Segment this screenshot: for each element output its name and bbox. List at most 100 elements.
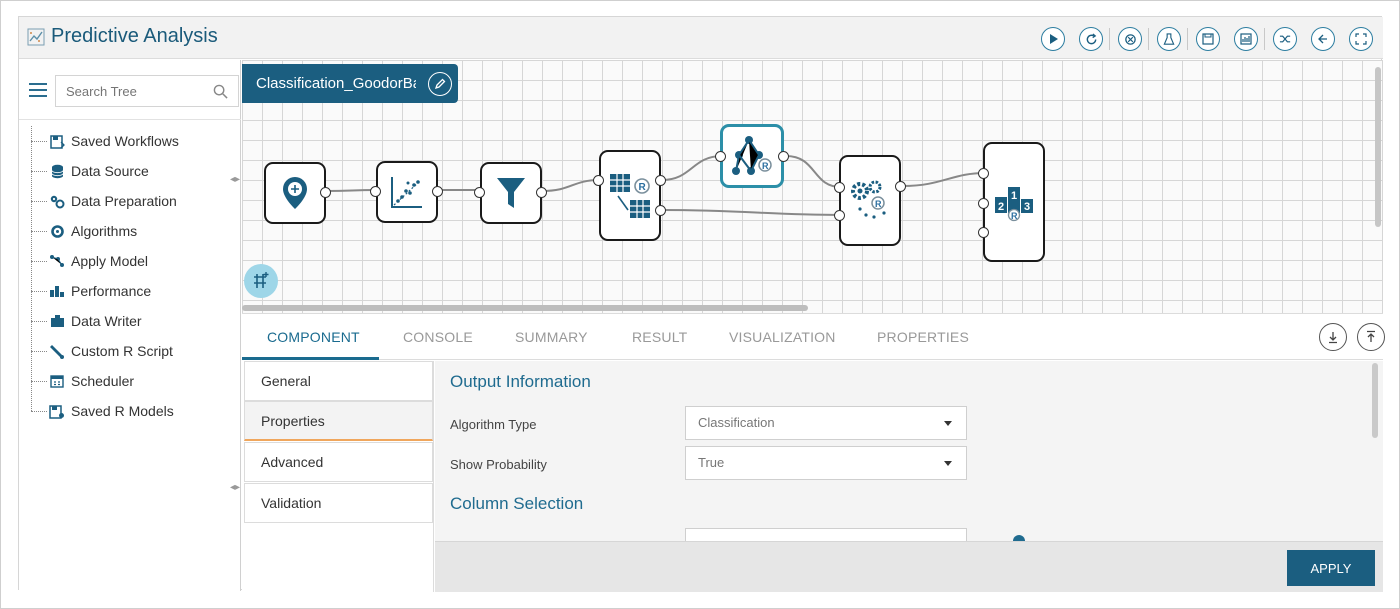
fullscreen-button[interactable]	[1349, 27, 1373, 51]
subnav-validation[interactable]: Validation	[244, 483, 433, 523]
custom-r-script-icon	[49, 343, 65, 359]
search-icon[interactable]	[213, 84, 228, 99]
node-port[interactable]	[978, 227, 989, 238]
algorithms-icon	[49, 223, 65, 239]
grid-add-icon	[254, 272, 269, 288]
node-port[interactable]	[834, 182, 845, 193]
saved-workflows-icon	[49, 133, 65, 149]
toolbar-divider	[1109, 28, 1110, 50]
component-panel: COMPONENT CONSOLE SUMMARY RESULT VISUALI…	[242, 313, 1385, 592]
tab-properties[interactable]: PROPERTIES	[877, 329, 969, 345]
sidebar-item-saved-workflows[interactable]: Saved Workflows	[31, 126, 179, 156]
shuffle-icon	[1279, 35, 1290, 43]
node-apply-model[interactable]: R	[839, 155, 901, 246]
sidebar-item-label: Saved Workflows	[71, 133, 179, 149]
back-button[interactable]	[1311, 27, 1335, 51]
back-icon	[1318, 34, 1327, 44]
apply-button[interactable]: APPLY	[1287, 550, 1375, 586]
tab-summary[interactable]: SUMMARY	[515, 329, 588, 345]
sidebar-item-label: Apply Model	[71, 253, 149, 269]
sidebar-item-algorithms[interactable]: Algorithms	[31, 216, 179, 246]
upload-button[interactable]	[1357, 323, 1385, 351]
stop-button[interactable]	[1118, 27, 1142, 51]
tab-console[interactable]: CONSOLE	[403, 329, 473, 345]
subnav-properties[interactable]: Properties	[244, 401, 433, 441]
canvas-vertical-scrollbar[interactable]	[1375, 67, 1381, 227]
sidebar-item-saved-r-models[interactable]: Saved R Models	[31, 396, 179, 426]
search-input[interactable]	[56, 76, 206, 106]
node-port[interactable]	[778, 151, 789, 162]
download-icon	[1329, 332, 1337, 344]
sidebar-item-data-writer[interactable]: Data Writer	[31, 306, 179, 336]
node-port[interactable]	[655, 205, 666, 216]
node-port[interactable]	[834, 210, 845, 221]
canvas-horizontal-scrollbar[interactable]	[242, 305, 808, 311]
subnav-advanced[interactable]: Advanced	[244, 442, 433, 482]
add-grid-button[interactable]	[244, 264, 278, 298]
tab-visualization[interactable]: VISUALIZATION	[729, 329, 836, 345]
shuffle-button[interactable]	[1273, 27, 1297, 51]
download-button[interactable]	[1319, 323, 1347, 351]
show-probability-select[interactable]: True	[685, 446, 967, 480]
subnav-general[interactable]: General	[244, 361, 433, 401]
column-selection-select[interactable]	[685, 528, 967, 542]
node-port[interactable]	[320, 187, 331, 198]
play-icon	[1050, 34, 1058, 44]
sidebar-item-scheduler[interactable]: Scheduler	[31, 366, 179, 396]
play-button[interactable]	[1041, 27, 1065, 51]
gears-r-icon: R	[851, 180, 886, 219]
form-scrollbar[interactable]	[1372, 363, 1378, 438]
tab-component[interactable]: COMPONENT	[267, 329, 360, 345]
refresh-button[interactable]	[1079, 27, 1103, 51]
node-port[interactable]	[432, 186, 443, 197]
sidebar-item-label: Scheduler	[71, 373, 135, 389]
subnav-collapse-handle[interactable]: ◂▸	[230, 483, 240, 493]
network-r-icon: R	[732, 136, 772, 175]
node-data-source[interactable]	[264, 162, 326, 224]
edit-workflow-button[interactable]	[428, 72, 452, 96]
save-as-button[interactable]	[1234, 27, 1258, 51]
svg-text:1: 1	[1011, 190, 1017, 202]
sidebar: Saved Workflows Data Source Data Prepara…	[19, 60, 241, 591]
column-selection-heading: Column Selection	[450, 494, 584, 513]
node-port[interactable]	[474, 187, 485, 198]
node-port[interactable]	[715, 151, 726, 162]
workflow-name-tab[interactable]: Classification_GoodorBad	[242, 64, 458, 103]
data-writer-icon	[49, 313, 65, 329]
sidebar-header	[19, 60, 241, 120]
node-r-model[interactable]: R	[720, 124, 784, 188]
sidebar-item-custom-r-script[interactable]: Custom R Script	[31, 336, 179, 366]
sidebar-item-data-preparation[interactable]: Data Preparation	[31, 186, 179, 216]
svg-text:R: R	[1011, 211, 1018, 221]
node-filter[interactable]	[480, 162, 542, 224]
node-port[interactable]	[978, 168, 989, 179]
scheduler-icon	[49, 373, 65, 389]
sidebar-item-label: Algorithms	[71, 223, 138, 239]
node-performance[interactable]: 213R	[983, 142, 1045, 262]
save-button[interactable]	[1196, 27, 1220, 51]
algorithm-type-select[interactable]: Classification	[685, 406, 967, 440]
node-port[interactable]	[978, 198, 989, 209]
toolbar	[1027, 26, 1373, 52]
sidebar-collapse-handle[interactable]: ◂▸	[230, 175, 240, 185]
sidebar-item-data-source[interactable]: Data Source	[31, 156, 179, 186]
node-port[interactable]	[370, 186, 381, 197]
node-port[interactable]	[593, 175, 604, 186]
toolbar-divider	[1148, 28, 1149, 50]
menu-icon[interactable]	[29, 83, 47, 97]
sidebar-item-label: Data Source	[71, 163, 149, 179]
node-port[interactable]	[655, 175, 666, 186]
clear-button[interactable]	[1157, 27, 1181, 51]
sidebar-item-label: Custom R Script	[71, 343, 173, 359]
node-data-preparation[interactable]	[376, 161, 438, 223]
sidebar-item-apply-model[interactable]: Apply Model	[31, 246, 179, 276]
node-port[interactable]	[895, 181, 906, 192]
workflow-name: Classification_GoodorBad	[256, 75, 416, 92]
database-icon	[49, 163, 65, 179]
node-port[interactable]	[536, 187, 547, 198]
search-tree	[55, 75, 239, 107]
node-split-data[interactable]: R	[599, 150, 661, 241]
performance-icon	[49, 283, 65, 299]
tab-result[interactable]: RESULT	[632, 329, 687, 345]
sidebar-item-performance[interactable]: Performance	[31, 276, 179, 306]
